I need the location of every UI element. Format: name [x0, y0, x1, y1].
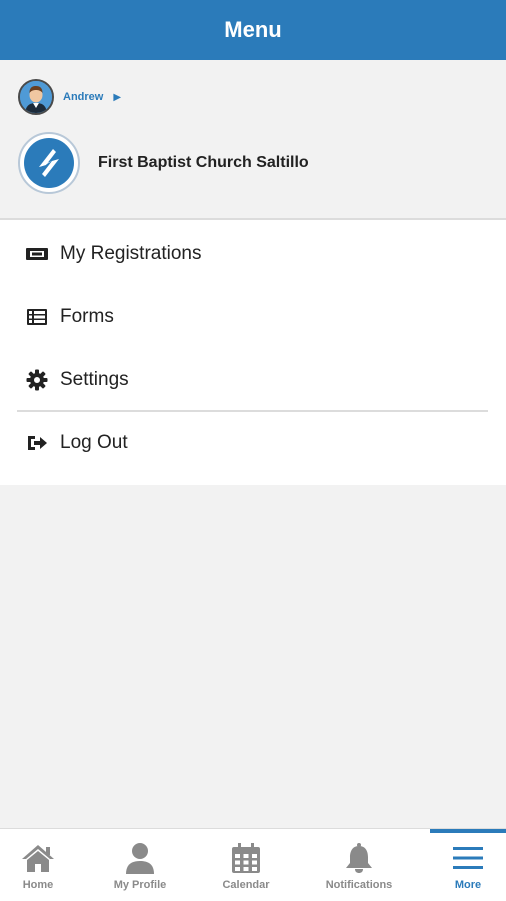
- menu-item-settings[interactable]: Settings: [0, 349, 506, 411]
- tab-label: Notifications: [325, 879, 393, 891]
- menu-item-forms[interactable]: Forms: [0, 286, 506, 348]
- calendar-icon: [229, 841, 263, 875]
- tab-notifications[interactable]: Notifications: [320, 829, 398, 901]
- church-logo: [18, 132, 80, 194]
- list-icon: [25, 305, 49, 329]
- organization-link[interactable]: First Baptist Church Saltillo: [18, 132, 309, 194]
- menu-item-log-out[interactable]: Log Out: [0, 412, 506, 474]
- hamburger-icon: [451, 841, 485, 875]
- account-section: Andrew ▶ First Baptist Church Saltillo: [0, 60, 506, 220]
- menu-list: My Registrations Forms Settings Log Out: [0, 220, 506, 485]
- avatar: [18, 79, 54, 115]
- ticket-icon: [25, 242, 49, 266]
- home-icon: [21, 841, 55, 875]
- tab-calendar[interactable]: Calendar: [208, 829, 284, 901]
- page-title: Menu: [224, 17, 282, 42]
- user-name: Andrew: [63, 91, 104, 103]
- user-profile-link[interactable]: Andrew ▶: [18, 77, 121, 117]
- user-icon: [123, 841, 157, 875]
- tab-label: Home: [22, 879, 54, 891]
- tab-label: My Profile: [113, 879, 167, 891]
- sign-out-icon: [25, 431, 49, 455]
- church-logo-icon: [24, 138, 74, 188]
- bottom-tab-bar: Home My Profile Calendar Notifications M…: [0, 828, 506, 901]
- menu-item-label: Settings: [60, 369, 129, 390]
- expand-arrow-icon: ▶: [113, 91, 122, 103]
- menu-item-label: Log Out: [60, 432, 128, 453]
- avatar-person-icon: [20, 81, 52, 113]
- tab-my-profile[interactable]: My Profile: [100, 829, 180, 901]
- menu-item-label: My Registrations: [60, 243, 202, 264]
- gear-icon: [25, 368, 49, 392]
- menu-item-my-registrations[interactable]: My Registrations: [0, 223, 506, 285]
- tab-label: More: [454, 879, 482, 891]
- bell-icon: [342, 841, 376, 875]
- tab-more[interactable]: More: [430, 829, 506, 901]
- top-bar: Menu: [0, 0, 506, 60]
- tab-home[interactable]: Home: [0, 829, 76, 901]
- tab-label: Calendar: [222, 879, 270, 891]
- menu-item-label: Forms: [60, 306, 114, 327]
- organization-name: First Baptist Church Saltillo: [98, 154, 309, 171]
